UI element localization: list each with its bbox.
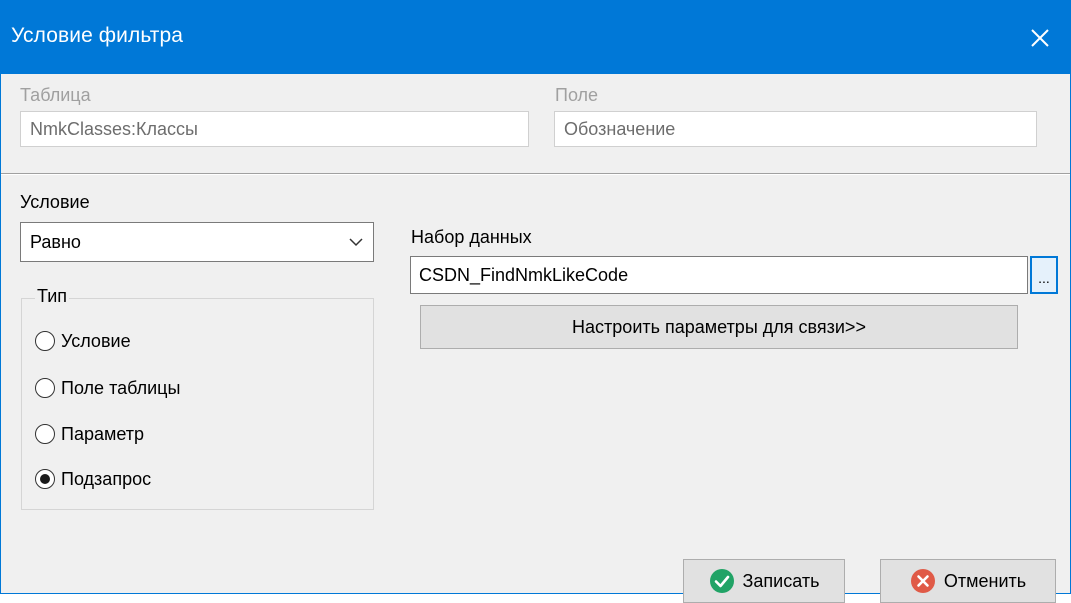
table-field: NmkClasses:Классы xyxy=(20,111,529,147)
chevron-down-icon xyxy=(349,238,363,247)
radio-table-field[interactable]: Поле таблицы xyxy=(35,375,180,401)
close-icon xyxy=(1031,28,1049,47)
condition-select[interactable]: Равно xyxy=(20,222,374,262)
dataset-input[interactable]: CSDN_FindNmkLikeCode xyxy=(410,256,1028,294)
radio-parameter[interactable]: Параметр xyxy=(35,421,144,447)
save-button[interactable]: Записать xyxy=(683,559,845,603)
x-circle-icon xyxy=(910,569,935,593)
cancel-button-label: Отменить xyxy=(943,570,1027,591)
radio-circle-checked xyxy=(35,469,55,489)
save-button-label: Записать xyxy=(742,570,820,591)
radio-label: Параметр xyxy=(61,423,145,444)
radio-label: Условие xyxy=(61,330,131,351)
radio-circle xyxy=(35,331,55,351)
radio-circle xyxy=(35,378,55,398)
field-field: Обозначение xyxy=(554,111,1037,147)
cancel-button[interactable]: Отменить xyxy=(880,559,1056,603)
separator xyxy=(1,173,1070,175)
close-button[interactable] xyxy=(1010,1,1070,74)
title-bar: Условие фильтра xyxy=(1,1,1070,74)
condition-label: Условие xyxy=(20,192,90,212)
table-label: Таблица xyxy=(20,85,91,105)
dataset-label: Набор данных xyxy=(411,227,532,247)
radio-subquery[interactable]: Подзапрос xyxy=(35,466,151,492)
window-title: Условие фильтра xyxy=(11,24,184,47)
radio-label: Поле таблицы xyxy=(61,377,181,398)
radio-condition[interactable]: Условие xyxy=(35,328,131,354)
check-circle-icon xyxy=(709,569,734,593)
field-label: Поле xyxy=(555,85,599,105)
browse-dataset-button[interactable]: ... xyxy=(1030,256,1058,294)
radio-label: Подзапрос xyxy=(61,468,152,489)
condition-select-value: Равно xyxy=(30,232,81,252)
radio-circle xyxy=(35,424,55,444)
type-group-title: Тип xyxy=(35,286,70,307)
filter-condition-dialog: Условие фильтра Таблица NmkClasses:Класс… xyxy=(0,0,1071,603)
configure-link-params-button[interactable]: Настроить параметры для связи>> xyxy=(420,305,1018,349)
